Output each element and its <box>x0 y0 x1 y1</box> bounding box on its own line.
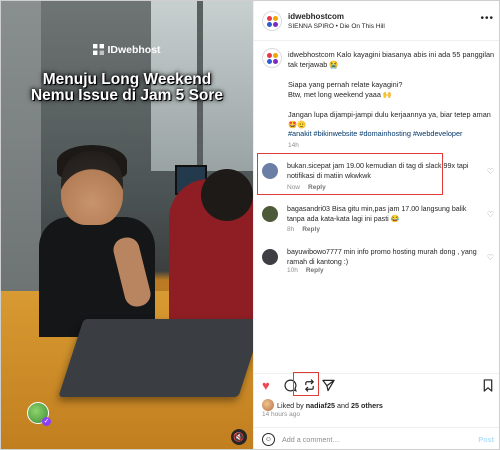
likes-prefix: Liked by <box>277 401 304 410</box>
media-headline: Menuju Long Weekend Nemu Issue di Jam 5 … <box>1 72 253 104</box>
post-time: 14 hours ago <box>262 411 300 418</box>
tag-badge-icon: ✓ <box>42 417 51 426</box>
action-bar: ♥ <box>254 373 499 397</box>
likes-middle: and <box>336 401 349 410</box>
comment-avatar[interactable] <box>262 206 278 222</box>
caption-line-2: Siapa yang pernah relate kayagini? <box>288 80 403 89</box>
comment-meta: 10h Reply <box>287 267 324 274</box>
post-side-panel: idwebhostcom SIENNA SPIRO • Die On This … <box>253 1 499 449</box>
main-person <box>39 145 155 337</box>
laptop <box>58 319 253 397</box>
person-head <box>61 151 123 225</box>
comment-time: 10h <box>287 267 298 274</box>
liker-avatar <box>262 399 274 411</box>
post-media[interactable]: IDwebhost Menuju Long Weekend Nemu Issue… <box>1 1 253 449</box>
second-person-head <box>201 169 253 221</box>
emoji-icon[interactable]: ☺ <box>262 433 275 446</box>
instagram-post-view: IDwebhost Menuju Long Weekend Nemu Issue… <box>0 0 500 450</box>
caption-hashtags[interactable]: #anakit #bikinwebsite #domainhosting #we… <box>288 129 496 139</box>
reply-button[interactable]: Reply <box>306 267 324 274</box>
comment-time: 8h <box>287 226 295 233</box>
comment-text: bayuwibowo7777 min info promo hosting mu… <box>287 248 477 266</box>
liker-username[interactable]: nadiaf25 <box>306 401 335 410</box>
comment-avatar[interactable] <box>262 249 278 265</box>
caption-line-3: Btw, met long weekend yaaa 🙌 <box>288 90 393 99</box>
highlight-box-repost <box>293 372 319 396</box>
likes-others[interactable]: 25 others <box>351 401 383 410</box>
comment-input[interactable] <box>282 433 462 446</box>
more-options-icon[interactable]: ••• <box>480 13 494 24</box>
comment-meta: 8h Reply <box>287 226 320 233</box>
add-comment-bar: ☺ Post <box>254 427 499 449</box>
caption-line-4: Jangan lupa dijampi-jampi dulu kerjaanny… <box>288 110 491 129</box>
bookmark-icon[interactable] <box>482 379 494 392</box>
reply-button[interactable]: Reply <box>302 226 320 233</box>
idwebhost-logo-icon <box>93 44 105 55</box>
speaker-muted-icon[interactable]: 🔇 <box>231 429 247 445</box>
comment-like-icon[interactable]: ♡ <box>487 253 494 262</box>
post-caption: idwebhostcom Kalo kayagini biasanya abis… <box>288 50 496 140</box>
highlight-box-comment <box>257 153 443 195</box>
caption-avatar[interactable] <box>262 48 282 68</box>
headline-line-2: Nemu Issue di Jam 5 Sore <box>30 87 224 104</box>
caption-time: 14h <box>288 142 299 149</box>
comment-like-icon[interactable]: ♡ <box>487 210 494 219</box>
caption-author[interactable]: idwebhostcom <box>288 50 335 59</box>
media-brand-text: IDwebhost <box>107 44 161 56</box>
post-header: idwebhostcom SIENNA SPIRO • Die On This … <box>254 1 499 41</box>
headline-line-1: Menuju Long Weekend <box>42 71 212 88</box>
account-username[interactable]: idwebhostcom <box>288 12 344 21</box>
share-icon[interactable] <box>322 379 335 392</box>
audio-track[interactable]: SIENNA SPIRO • Die On This Hill <box>288 23 385 30</box>
post-comment-button[interactable]: Post <box>478 435 494 444</box>
media-brand: IDwebhost <box>1 44 253 56</box>
account-avatar[interactable] <box>262 11 282 31</box>
heart-filled-icon[interactable]: ♥ <box>262 379 270 393</box>
comment-like-icon[interactable]: ♡ <box>487 167 494 176</box>
comment-text: bagasandri03 Bisa gitu min,pas jam 17.00… <box>287 205 467 223</box>
likes-summary[interactable]: Liked by nadiaf25 and 25 others <box>262 399 383 411</box>
